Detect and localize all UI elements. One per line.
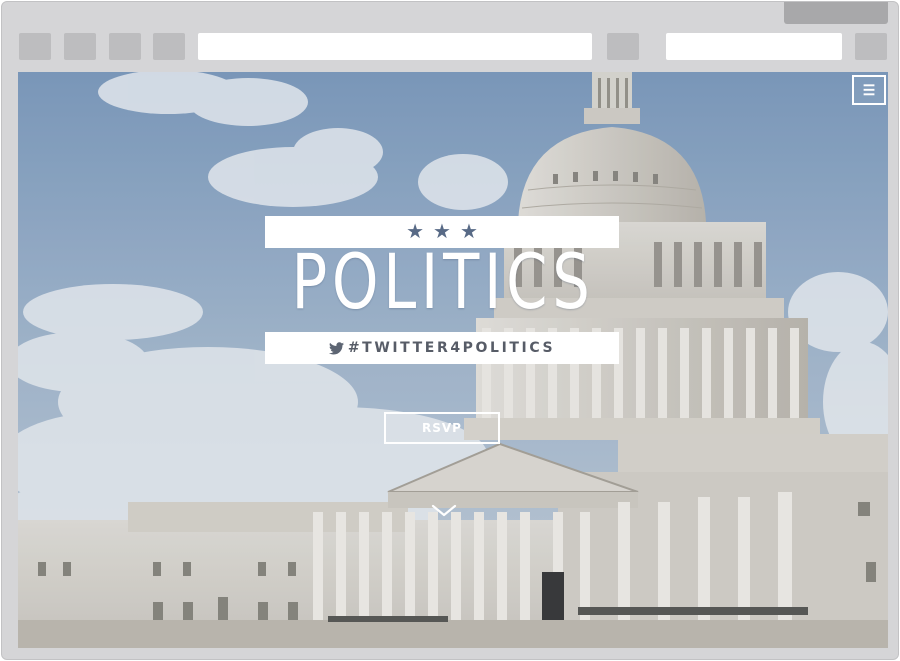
address-bar[interactable]: [198, 33, 592, 60]
forward-button[interactable]: [64, 33, 96, 60]
hero-section: ★ ★ ★ POLITICS #TWITTER4POLITICS RSVP: [18, 72, 888, 648]
rsvp-button[interactable]: RSVP: [384, 412, 500, 444]
window-corner-tab: [784, 2, 888, 24]
home-button[interactable]: [153, 33, 185, 60]
chevron-down-icon[interactable]: [431, 504, 457, 518]
twitter-bird-icon: [328, 341, 344, 354]
reload-button[interactable]: [109, 33, 141, 60]
search-input[interactable]: [666, 33, 842, 60]
page-title: POLITICS: [291, 237, 595, 326]
hashtag-text: #TWITTER4POLITICS: [347, 340, 556, 356]
back-button[interactable]: [19, 33, 51, 60]
browser-window: ☰ ★ ★ ★ POLITICS #TWITTER4POLITICS RSVP: [1, 1, 899, 660]
browser-menu-button[interactable]: [855, 33, 887, 60]
page-viewport: ☰ ★ ★ ★ POLITICS #TWITTER4POLITICS RSVP: [18, 72, 888, 648]
hashtag-banner: #TWITTER4POLITICS: [265, 332, 619, 364]
go-button[interactable]: [607, 33, 639, 60]
